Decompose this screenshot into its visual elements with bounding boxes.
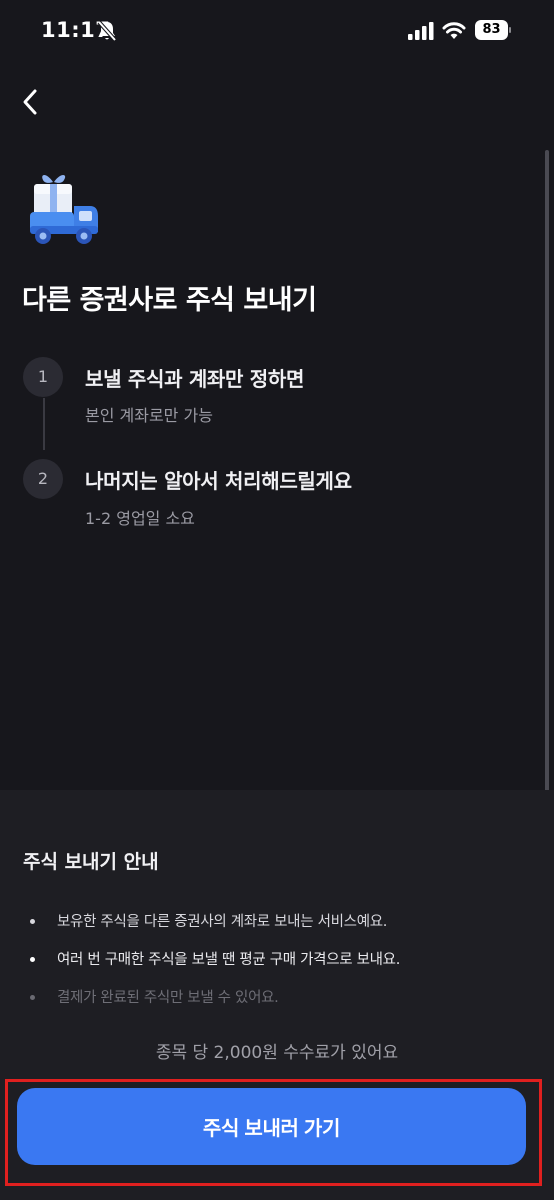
bullet-dot xyxy=(30,957,35,962)
delivery-truck-icon xyxy=(30,175,98,244)
info-bullet-3: 결제가 완료된 주식만 보낼 수 있어요. xyxy=(57,990,279,1006)
battery-icon: 83 xyxy=(475,20,511,40)
step-number-1: 1 xyxy=(23,357,63,397)
chevron-left-icon xyxy=(23,89,37,115)
page-title: 다른 증권사로 주식 보내기 xyxy=(22,285,317,316)
step-subtitle-2: 1-2 영업일 소요 xyxy=(85,509,195,528)
scrollbar[interactable] xyxy=(545,150,549,870)
step-title-1: 보낼 주식과 계좌만 정하면 xyxy=(85,367,305,391)
bullet-dot xyxy=(30,919,35,924)
signal-icon xyxy=(408,22,434,40)
step-number-2: 2 xyxy=(23,459,63,499)
bullet-dot xyxy=(30,995,35,1000)
info-title: 주식 보내기 안내 xyxy=(23,851,159,873)
status-bar: 11:17 83 xyxy=(0,0,554,62)
step-connector xyxy=(43,398,45,450)
step-subtitle-1: 본인 계좌로만 가능 xyxy=(85,406,213,425)
bell-off-icon xyxy=(97,20,117,42)
info-bullet-1: 보유한 주식을 다른 증권사의 계좌로 보내는 서비스예요. xyxy=(57,914,388,930)
wifi-icon xyxy=(442,22,466,39)
step-title-2: 나머지는 알아서 처리해드릴게요 xyxy=(85,469,352,493)
send-stock-button[interactable]: 주식 보내러 가기 xyxy=(17,1088,526,1165)
back-button[interactable] xyxy=(10,82,50,122)
screen: 11:17 83 다른 증권사로 주식 보내기 1 보낼 주식과 계좌만 정하면… xyxy=(0,0,554,1200)
battery-level: 83 xyxy=(475,20,508,40)
info-bullet-2: 여러 번 구매한 주식을 보낼 땐 평균 구매 가격으로 보내요. xyxy=(57,952,401,968)
fee-notice: 종목 당 2,000원 수수료가 있어요 xyxy=(155,1043,399,1063)
battery-tip xyxy=(509,27,511,33)
